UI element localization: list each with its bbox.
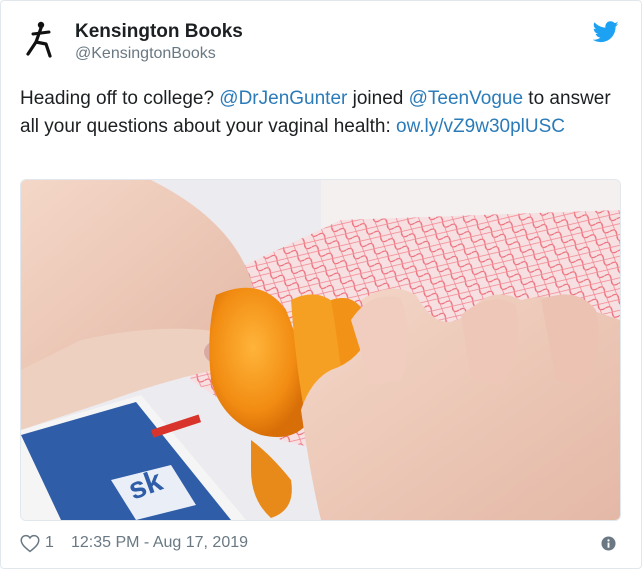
author-name[interactable]: Kensington Books	[75, 21, 243, 43]
media-photo: sk	[21, 180, 620, 520]
twitter-bird-icon[interactable]	[593, 21, 619, 43]
info-icon[interactable]	[601, 536, 616, 551]
tweet-timestamp[interactable]: 12:35 PM - Aug 17, 2019	[71, 534, 248, 552]
like-count[interactable]: 1	[45, 534, 54, 552]
mention-teenvogue[interactable]: @TeenVogue	[409, 88, 523, 109]
kensington-logo-icon	[26, 21, 52, 58]
tweet-link[interactable]: ow.ly/vZ9w30plUSC	[396, 116, 565, 137]
tweet-text-part: joined	[347, 88, 409, 109]
tweet-card: Kensington Books @KensingtonBooks Headin…	[0, 0, 642, 569]
tweet-footer: 1 12:35 PM - Aug 17, 2019	[20, 533, 620, 555]
mention-drjengunter[interactable]: @DrJenGunter	[219, 88, 347, 109]
author-handle[interactable]: @KensingtonBooks	[75, 45, 216, 63]
tweet-media-image[interactable]: sk	[20, 179, 621, 521]
tweet-text: Heading off to college? @DrJenGunter joi…	[20, 85, 620, 141]
author-avatar[interactable]	[19, 16, 64, 61]
heart-icon[interactable]	[20, 534, 40, 553]
tweet-text-part: Heading off to college?	[20, 88, 220, 109]
